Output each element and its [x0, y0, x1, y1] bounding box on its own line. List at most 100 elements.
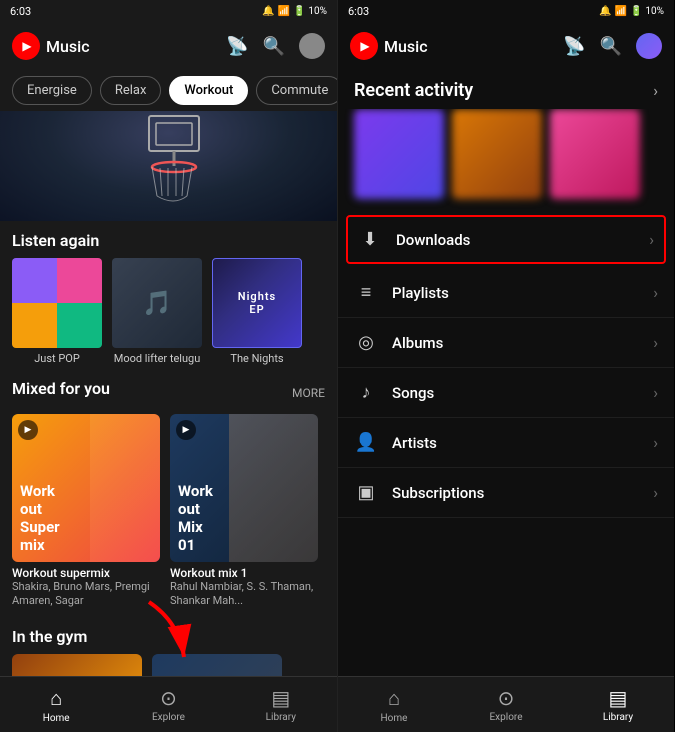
workout-supermix-sublabel: Shakira, Bruno Mars, Premgi Amaren, Saga…: [12, 580, 160, 609]
mixed-row: ▶ WorkoutSupermix Workout supermix Shaki…: [12, 414, 325, 613]
gym-thumb-1: [12, 654, 142, 676]
home-label-left: Home: [43, 713, 70, 724]
explore-label-right: Explore: [490, 712, 523, 723]
menu-item-songs[interactable]: ♪ Songs ›: [338, 368, 674, 418]
artists-chevron: ›: [653, 433, 658, 452]
subscriptions-label: Subscriptions: [392, 484, 484, 502]
logo-area-left: Music: [12, 32, 90, 60]
top-bar-right: Music 📡 🔍: [338, 22, 674, 70]
workout-mix1-sublabel: Rahul Nambiar, S. S. Thaman, Shankar Mah…: [170, 580, 318, 609]
mood-lifter-label: Mood lifter telugu: [114, 352, 201, 365]
downloads-chevron: ›: [649, 230, 654, 249]
chip-energise[interactable]: Energise: [12, 76, 92, 105]
home-label-right: Home: [381, 713, 408, 724]
gym-row: 🎸: [12, 654, 325, 676]
nights-thumb: NightsEP: [212, 258, 302, 348]
albums-chevron: ›: [653, 333, 658, 352]
chip-workout[interactable]: Workout: [169, 76, 248, 105]
artists-icon: 👤: [354, 432, 378, 453]
search-icon-left[interactable]: 🔍: [263, 36, 285, 57]
list-item[interactable]: 🎵 Mood lifter telugu: [112, 258, 202, 365]
nav-library-left[interactable]: ▤ Library: [225, 677, 337, 732]
workout-mix1-overlay: WorkoutMix01: [178, 482, 213, 554]
app-name-left: Music: [46, 37, 90, 56]
basketball-hoop-graphic: [69, 111, 269, 221]
hero-banner: [0, 111, 337, 221]
nav-explore-left[interactable]: ⊙ Explore: [112, 677, 224, 732]
list-item[interactable]: [12, 654, 142, 676]
library-menu: ⬇ Downloads › ≡ Playlists › ◎ Albums › ♪: [338, 211, 674, 676]
songs-chevron: ›: [653, 383, 658, 402]
workout-mix1-label: Workout mix 1: [170, 566, 318, 580]
download-icon: ⬇: [358, 229, 382, 250]
library-label-right: Library: [603, 712, 633, 723]
nights-label: The Nights: [230, 352, 283, 365]
songs-label: Songs: [392, 384, 434, 402]
recent-activity-arrow[interactable]: ›: [653, 81, 658, 100]
nav-home-right[interactable]: ⌂ Home: [338, 677, 450, 732]
left-panel: 6:03 🔔 📶 🔋 10% Music 📡 🔍 Energise Relax …: [0, 0, 337, 732]
playlists-label: Playlists: [392, 284, 449, 302]
avatar-right[interactable]: [636, 33, 662, 59]
nav-library-right[interactable]: ▤ Library: [562, 677, 674, 732]
songs-left: ♪ Songs: [354, 382, 434, 403]
list-item[interactable]: Just POP: [12, 258, 102, 365]
list-item[interactable]: ▶ WorkoutMix01 Workout mix 1 Rahul Nambi…: [170, 414, 318, 609]
play-icon: ▶: [18, 420, 38, 440]
mood-lifter-thumb: 🎵: [112, 258, 202, 348]
bottom-nav-left: ⌂ Home ⊙ Explore ▤ Library: [0, 676, 337, 732]
mixed-header: Mixed for you MORE: [12, 379, 325, 406]
listen-again-row: Just POP 🎵 Mood lifter telugu NightsEP: [12, 258, 325, 365]
menu-item-albums[interactable]: ◎ Albums ›: [338, 318, 674, 368]
explore-label-left: Explore: [152, 712, 185, 723]
library-icon-left: ▤: [271, 686, 290, 710]
recent-thumbs-row: [338, 109, 674, 211]
list-item[interactable]: NightsEP The Nights: [212, 258, 302, 365]
status-bar-right: 6:03 🔔 📶 🔋 10%: [338, 0, 674, 22]
albums-icon: ◎: [354, 332, 378, 353]
right-panel: 6:03 🔔 📶 🔋 10% Music 📡 🔍 Recent activity…: [337, 0, 674, 732]
workout-supermix-thumb: ▶ WorkoutSupermix: [12, 414, 160, 562]
chip-commute[interactable]: Commute: [256, 76, 337, 105]
list-item[interactable]: ▶ WorkoutSupermix Workout supermix Shaki…: [12, 414, 160, 609]
menu-item-downloads[interactable]: ⬇ Downloads ›: [346, 215, 666, 264]
menu-item-subscriptions[interactable]: ▣ Subscriptions ›: [338, 468, 674, 518]
cast-icon-right[interactable]: 📡: [563, 36, 585, 57]
in-the-gym-title: In the gym: [12, 627, 325, 646]
artists-left: 👤 Artists: [354, 432, 437, 453]
songs-icon: ♪: [354, 382, 378, 403]
youtube-music-logo-left: [12, 32, 40, 60]
list-item[interactable]: [550, 109, 640, 199]
nav-home-left[interactable]: ⌂ Home: [0, 677, 112, 732]
top-bar-left: Music 📡 🔍: [0, 22, 337, 70]
playlists-icon: ≡: [354, 282, 378, 303]
time-right: 6:03: [348, 5, 369, 18]
menu-item-playlists[interactable]: ≡ Playlists ›: [338, 268, 674, 318]
list-item[interactable]: 🎸: [152, 654, 282, 676]
list-item[interactable]: [452, 109, 542, 199]
time-left: 6:03: [10, 5, 31, 18]
left-scroll-area: Listen again Just POP: [0, 111, 337, 676]
subscriptions-left: ▣ Subscriptions: [354, 482, 484, 503]
menu-item-artists[interactable]: 👤 Artists ›: [338, 418, 674, 468]
just-pop-label: Just POP: [34, 352, 80, 365]
recent-activity-title: Recent activity: [354, 80, 473, 101]
list-item[interactable]: [354, 109, 444, 199]
chip-relax[interactable]: Relax: [100, 76, 162, 105]
top-icons-right: 📡 🔍: [563, 33, 662, 59]
just-pop-thumb: [12, 258, 102, 348]
cast-icon-left[interactable]: 📡: [226, 36, 248, 57]
nav-explore-right[interactable]: ⊙ Explore: [450, 677, 562, 732]
avatar-left[interactable]: [299, 33, 325, 59]
search-icon-right[interactable]: 🔍: [600, 36, 622, 57]
subscriptions-icon: ▣: [354, 482, 378, 503]
artists-label: Artists: [392, 434, 437, 452]
app-name-right: Music: [384, 37, 428, 56]
gym-thumb-2: 🎸: [152, 654, 282, 676]
youtube-music-logo-right: [350, 32, 378, 60]
downloads-left: ⬇ Downloads: [358, 229, 470, 250]
more-button[interactable]: MORE: [292, 386, 325, 400]
playlists-chevron: ›: [653, 283, 658, 302]
status-icons-left: 🔔 📶 🔋 10%: [262, 6, 327, 17]
albums-left: ◎ Albums: [354, 332, 443, 353]
